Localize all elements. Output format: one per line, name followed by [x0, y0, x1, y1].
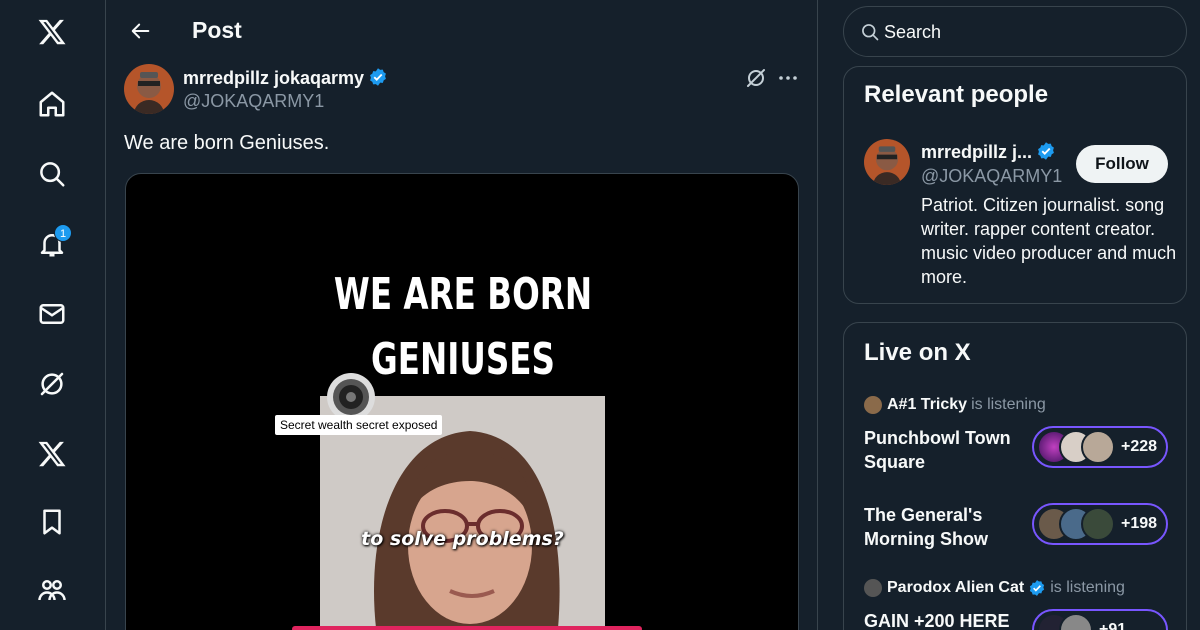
relevant-person-name[interactable]: mrredpillz j...: [921, 141, 1056, 163]
relevant-person-handle[interactable]: @JOKAQARMY1: [921, 166, 1062, 187]
follow-button[interactable]: Follow: [1076, 145, 1168, 183]
live-on-x-panel: Live on X A#1 Tricky is listening Punchb…: [843, 322, 1187, 630]
space-avatar: [1081, 430, 1115, 464]
promo-label[interactable]: Secret wealth secret exposed: [275, 415, 443, 435]
verified-badge-icon: [1038, 142, 1054, 160]
space-listener-count: +228: [1121, 438, 1158, 455]
notification-badge: 1: [54, 224, 72, 242]
left-nav: 1: [0, 0, 106, 630]
listener-avatar: [864, 396, 882, 414]
space-listener-row: A#1 Tricky is listening: [864, 396, 1046, 414]
premium-x-icon[interactable]: [22, 426, 82, 482]
page-title: Post: [192, 17, 242, 43]
relevant-people-title: Relevant people: [864, 81, 1049, 108]
space-title[interactable]: The General's Morning Show: [864, 503, 1024, 551]
relevant-person-name-text[interactable]: mrredpillz j...: [921, 142, 1032, 162]
listener-status: is listening: [971, 396, 1046, 413]
author-name[interactable]: mrredpillz jokaqarmy: [183, 67, 388, 89]
search-icon: [862, 24, 879, 41]
space-title[interactable]: GAIN +200 HERE: [864, 609, 1024, 630]
more-options-icon[interactable]: [776, 66, 802, 92]
grok-icon[interactable]: [22, 356, 82, 412]
verified-badge-icon: [370, 68, 386, 86]
space-title[interactable]: Punchbowl Town Square: [864, 426, 1024, 474]
x-logo-icon[interactable]: [22, 4, 82, 60]
notifications-bell-icon[interactable]: 1: [22, 216, 82, 272]
messages-envelope-icon[interactable]: [22, 286, 82, 342]
video-headline-line1: WE ARE BORN: [333, 269, 593, 320]
author-name-text[interactable]: mrredpillz jokaqarmy: [183, 68, 364, 88]
space-facepile[interactable]: +198: [1032, 503, 1168, 545]
relevant-person-avatar[interactable]: [864, 139, 910, 185]
video-caption: to solve problems?: [361, 528, 564, 550]
listener-status: is listening: [1050, 579, 1125, 596]
home-icon[interactable]: [22, 76, 82, 132]
space-avatar: [1081, 507, 1115, 541]
space-listener-count: +198: [1121, 515, 1158, 532]
listener-name: A#1 Tricky: [887, 396, 968, 413]
video-bottom-banner: [292, 626, 642, 630]
relevant-person-bio: Patriot. Citizen journalist. song writer…: [921, 195, 1177, 287]
search-input[interactable]: [884, 20, 1174, 44]
grok-explain-icon[interactable]: [744, 66, 770, 92]
post-text: We are born Geniuses.: [124, 132, 330, 154]
communities-icon[interactable]: [22, 562, 82, 618]
app-root: 1 Post mrredpillz jokaqarmy @JOKAQARMY1: [0, 0, 1200, 630]
live-title: Live on X: [864, 339, 971, 366]
explore-search-icon[interactable]: [22, 146, 82, 202]
space-facepile[interactable]: +91: [1032, 609, 1168, 630]
main-column: Post mrredpillz jokaqarmy @JOKAQARMY1 We…: [106, 0, 818, 630]
verified-badge-icon: [1030, 580, 1045, 596]
author-handle[interactable]: @JOKAQARMY1: [183, 91, 324, 112]
space-listener-count: +91: [1099, 621, 1127, 630]
listener-name: Parodox Alien Cat: [887, 579, 1025, 596]
author-avatar[interactable]: [124, 64, 174, 114]
post-video[interactable]: WE ARE BORN GENIUSES to solve problems?: [125, 173, 799, 630]
space-facepile[interactable]: +228: [1032, 426, 1168, 468]
search-box[interactable]: [843, 6, 1187, 57]
back-arrow-icon[interactable]: [124, 14, 158, 48]
listener-avatar: [864, 579, 882, 597]
relevant-people-panel: Relevant people mrredpillz j... @JOKAQAR…: [843, 66, 1187, 304]
video-headline-line2: GENIUSES: [371, 334, 555, 385]
bookmark-icon[interactable]: [22, 494, 82, 550]
space-listener-row: Parodox Alien Cat is listening: [864, 579, 1125, 597]
